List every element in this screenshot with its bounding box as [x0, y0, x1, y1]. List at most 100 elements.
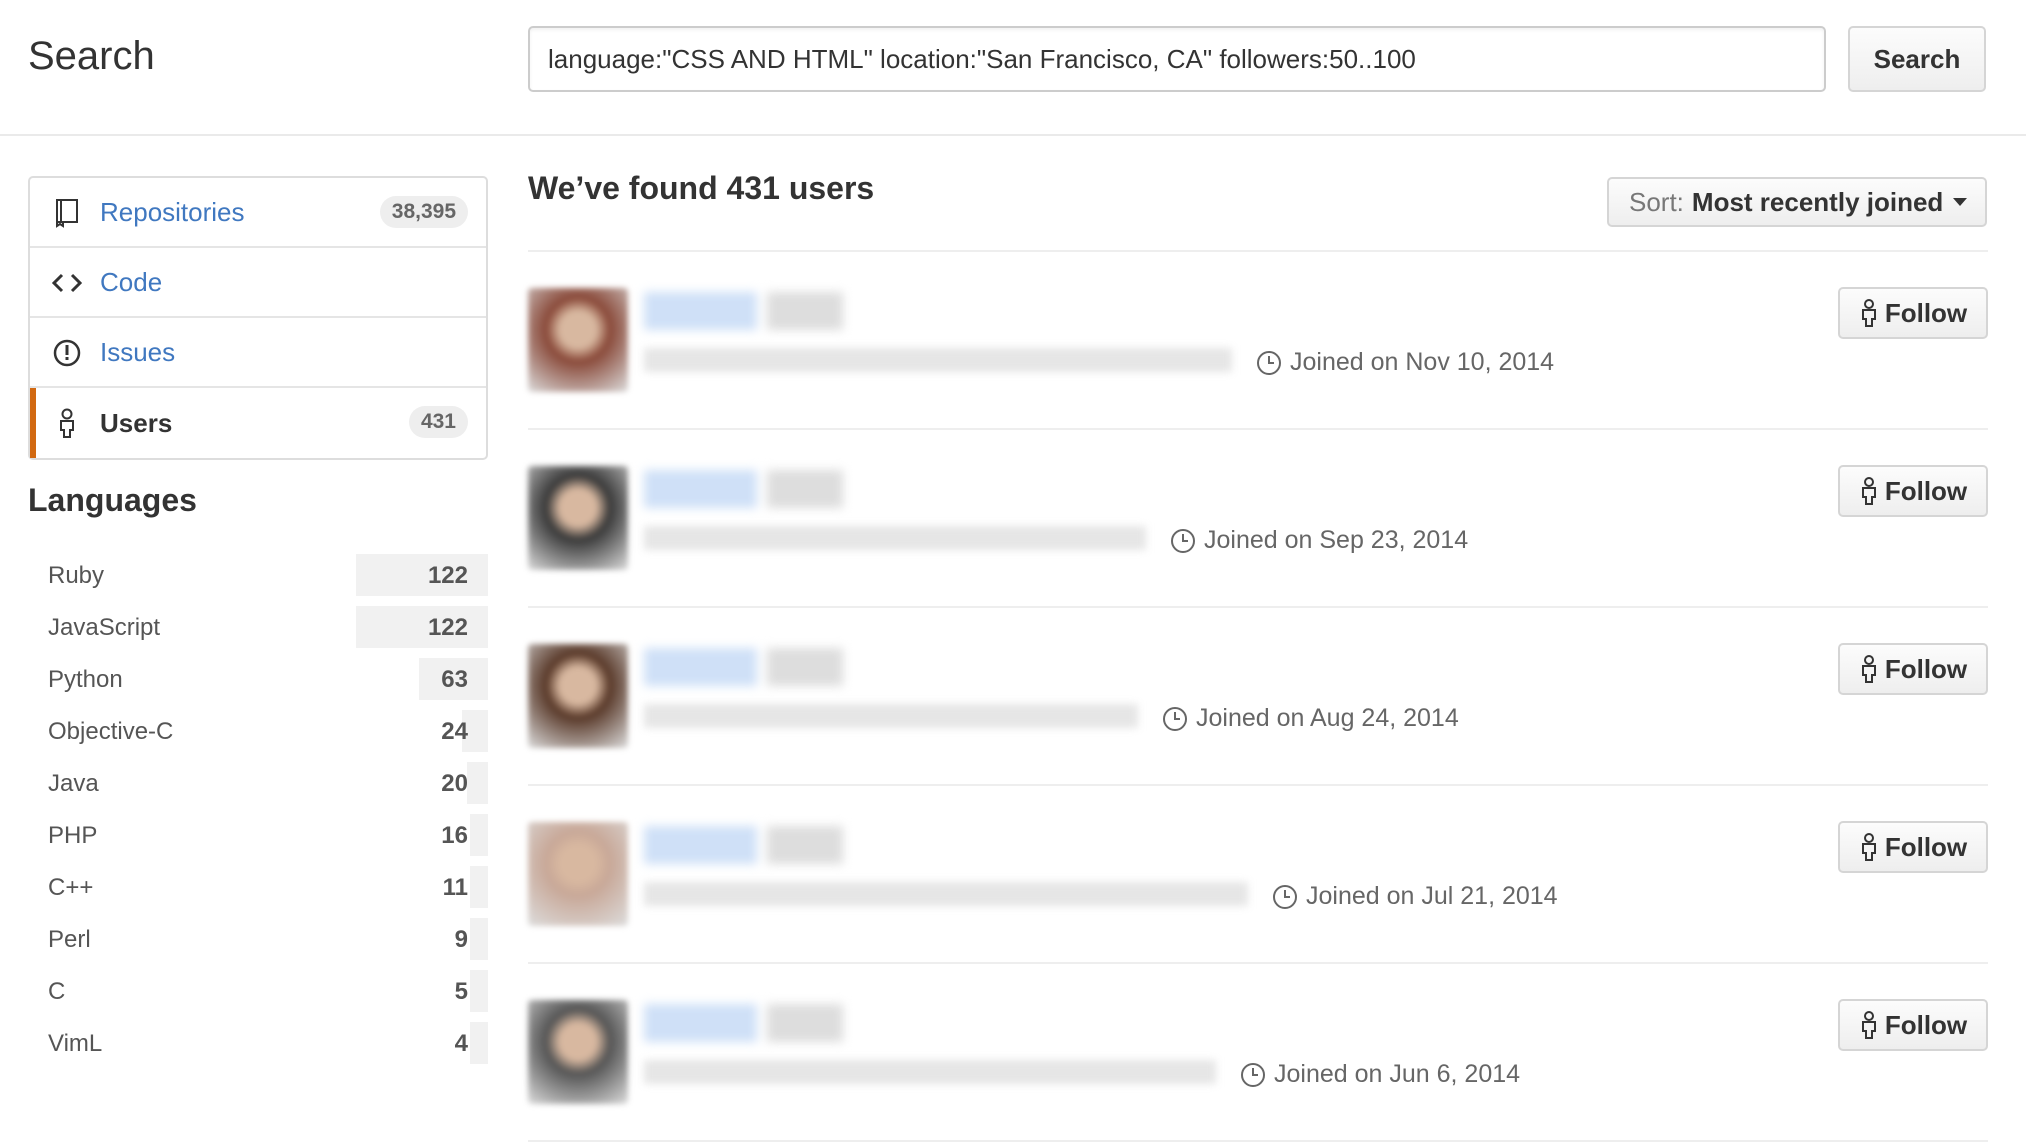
avatar[interactable]	[528, 1000, 628, 1104]
clock-icon	[1171, 528, 1195, 553]
follow-label: Follow	[1884, 475, 1968, 506]
language-filter-item[interactable]: VimL 4	[28, 1018, 488, 1070]
language-filter-item[interactable]: Ruby 122	[28, 550, 488, 602]
nav-item-issues[interactable]: Issues	[30, 318, 486, 388]
language-name: Ruby	[48, 562, 105, 589]
user-name-link[interactable]	[644, 648, 843, 687]
joined-date: Joined on Jun 6, 2014	[1240, 1060, 1520, 1089]
language-name: VimL	[48, 1030, 103, 1057]
language-count: 63	[441, 666, 468, 693]
language-filter-item[interactable]: JavaScript 122	[28, 602, 488, 654]
search-type-nav: Repositories 38,395 Code Issues Users 43…	[28, 176, 488, 460]
language-name: Objective-C	[48, 718, 174, 745]
sort-dropdown[interactable]: Sort: Most recently joined	[1607, 177, 1987, 227]
language-name: C++	[48, 874, 94, 901]
language-name: Python	[48, 666, 123, 693]
follow-button[interactable]: Follow	[1838, 999, 1988, 1051]
user-result-item: Joined on Sep 23, 2014 Follow	[528, 430, 1988, 608]
language-count: 24	[441, 718, 468, 745]
avatar[interactable]	[528, 644, 628, 748]
language-count: 11	[442, 874, 468, 901]
joined-date-text: Joined on Jul 21, 2014	[1306, 882, 1558, 910]
user-meta-blurred	[644, 526, 1146, 550]
language-filter-item[interactable]: C++ 11	[28, 862, 488, 914]
user-result-item: Joined on Aug 24, 2014 Follow	[528, 608, 1988, 786]
search-header: Search Search	[0, 0, 2026, 136]
user-result-item: Joined on Jun 6, 2014 Follow	[528, 964, 1988, 1142]
follow-button[interactable]: Follow	[1838, 465, 1988, 517]
person-icon	[1861, 1011, 1876, 1039]
person-icon	[1861, 299, 1876, 327]
language-name: PHP	[48, 822, 98, 849]
clock-icon	[1241, 1062, 1265, 1087]
person-icon	[60, 408, 74, 438]
nav-item-users[interactable]: Users 431	[30, 388, 486, 458]
language-filter-item[interactable]: Perl 9	[28, 914, 488, 966]
follow-label: Follow	[1884, 653, 1968, 684]
follow-button[interactable]: Follow	[1838, 821, 1988, 873]
avatar[interactable]	[528, 288, 628, 392]
user-meta-blurred	[644, 704, 1138, 728]
language-count: 5	[454, 978, 468, 1005]
language-count-bar	[470, 866, 488, 908]
follow-button[interactable]: Follow	[1838, 287, 1988, 339]
language-count: 16	[441, 822, 468, 849]
joined-date-text: Joined on Jun 6, 2014	[1274, 1060, 1521, 1088]
language-count-bar	[470, 970, 488, 1012]
follow-label: Follow	[1884, 1009, 1968, 1040]
clock-icon	[1273, 884, 1297, 909]
nav-item-code[interactable]: Code	[30, 248, 486, 318]
user-meta-blurred	[644, 1060, 1216, 1084]
language-filter-item[interactable]: Objective-C 24	[28, 706, 488, 758]
nav-item-repositories[interactable]: Repositories 38,395	[30, 178, 486, 248]
search-button[interactable]: Search	[1848, 26, 1986, 92]
language-count-bar	[470, 1022, 488, 1064]
languages-heading: Languages	[28, 482, 197, 518]
user-name-link[interactable]	[644, 292, 843, 331]
language-count-bar	[356, 554, 488, 596]
user-result-item: Joined on Jul 21, 2014 Follow	[528, 786, 1988, 964]
joined-date: Joined on Sep 23, 2014	[1170, 526, 1468, 555]
sort-value: Most recently joined	[1691, 186, 1944, 217]
repo-icon	[56, 199, 78, 228]
language-filter-item[interactable]: PHP 16	[28, 810, 488, 862]
user-name-link[interactable]	[644, 470, 843, 509]
follow-label: Follow	[1884, 831, 1968, 862]
language-filter-item[interactable]: Python 63	[28, 654, 488, 706]
language-count: 122	[427, 614, 468, 641]
person-icon	[1861, 477, 1876, 505]
page-title: Search	[28, 34, 155, 78]
search-input[interactable]	[528, 26, 1826, 92]
issue-icon	[53, 339, 81, 367]
chevron-down-icon	[1953, 198, 1968, 206]
joined-date: Joined on Aug 24, 2014	[1162, 704, 1459, 733]
nav-item-label: Users	[100, 407, 173, 438]
language-count: 122	[427, 562, 468, 589]
user-result-item: Joined on Nov 10, 2014 Follow	[528, 252, 1988, 430]
nav-item-label: Repositories	[100, 196, 245, 227]
user-meta-blurred	[644, 882, 1248, 906]
sort-label: Sort:	[1629, 186, 1684, 217]
user-name-link[interactable]	[644, 1004, 843, 1043]
joined-date: Joined on Nov 10, 2014	[1256, 348, 1554, 377]
language-filter-item[interactable]: C5	[28, 966, 488, 1018]
follow-label: Follow	[1884, 297, 1968, 328]
code-icon	[52, 273, 82, 293]
language-count-bar	[470, 918, 488, 960]
joined-date-text: Joined on Aug 24, 2014	[1196, 704, 1459, 732]
clock-icon	[1163, 706, 1187, 731]
language-count: 4	[454, 1030, 468, 1057]
joined-date: Joined on Jul 21, 2014	[1272, 882, 1558, 911]
language-filter-item[interactable]: Java 20	[28, 758, 488, 810]
person-icon	[1861, 655, 1876, 683]
user-name-link[interactable]	[644, 826, 843, 865]
language-count: 20	[441, 770, 468, 797]
joined-date-text: Joined on Nov 10, 2014	[1290, 348, 1555, 376]
language-count-bar	[466, 762, 488, 804]
user-meta-blurred	[644, 348, 1232, 372]
avatar[interactable]	[528, 822, 628, 926]
follow-button[interactable]: Follow	[1838, 643, 1988, 695]
avatar[interactable]	[528, 466, 628, 570]
language-count-bar	[356, 606, 488, 648]
language-name: Perl	[48, 926, 91, 953]
